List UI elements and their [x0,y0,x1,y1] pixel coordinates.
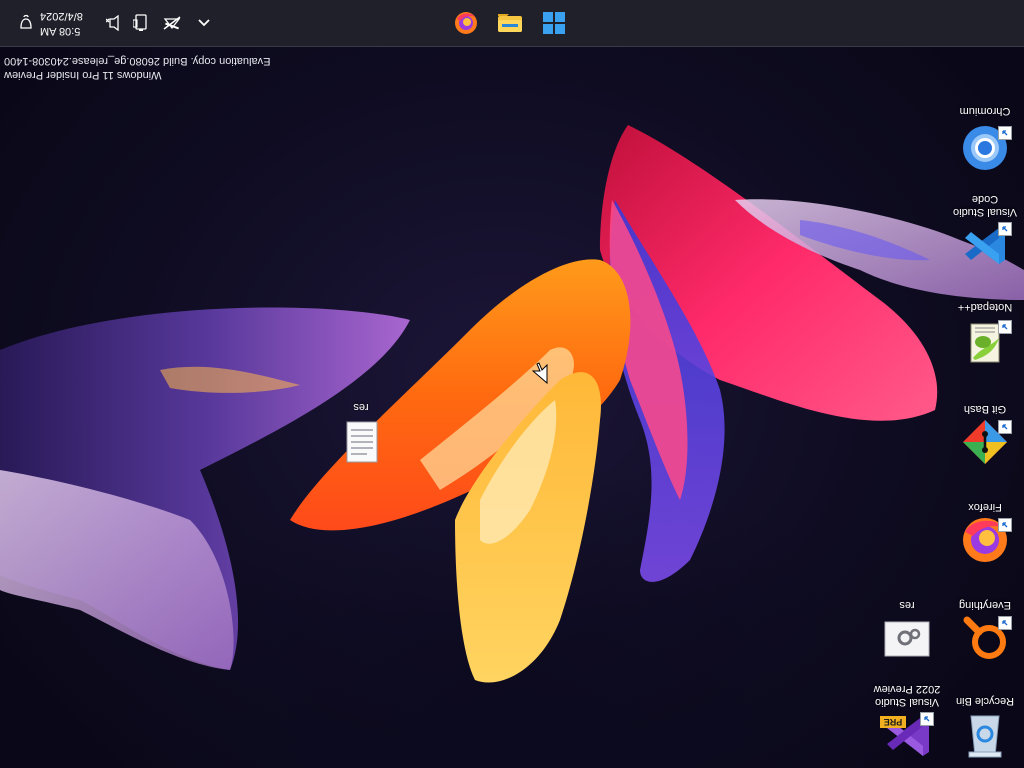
icon-label: Firefox [968,501,1002,513]
tray-battery-button[interactable] [131,12,151,34]
shortcut-arrow-icon [998,222,1012,236]
shortcut-arrow-icon [998,616,1012,630]
taskbar-clock[interactable]: 5:08 AM 8/4/2024 [40,4,94,42]
icon-label: Visual Studio 2022 Preview [873,683,941,708]
tray-overflow-button[interactable] [194,12,214,34]
desktop-icon-res-text[interactable]: res [324,398,398,488]
icon-label: res [353,401,369,413]
icon-label: Git Bash [963,403,1007,415]
recycle-bin-icon [968,715,1002,758]
icon-label: Notepad++ [957,301,1013,313]
shortcut-arrow-icon [998,420,1012,434]
tray-network-button[interactable] [162,12,182,34]
start-button[interactable] [538,7,570,39]
desktop-icon-chromium[interactable]: Chromium [948,104,1022,194]
shortcut-arrow-icon [920,712,934,726]
text-file-icon [346,421,378,463]
taskbar-file-explorer-button[interactable] [494,7,526,39]
desktop-icon-notepadpp[interactable]: Notepad++ [948,298,1022,388]
clock-time: 5:08 AM [40,25,81,37]
battery-icon [133,14,147,31]
icon-label: Recycle Bin [955,695,1015,707]
desktop-icon-everything[interactable]: Everything [948,592,1022,682]
desktop-icon-vs2022[interactable]: Visual Studio 2022 Preview PRE [870,680,944,768]
build-watermark: Windows 11 Pro Insider Preview Evaluatio… [4,52,304,82]
shortcut-arrow-icon [998,320,1012,334]
network-icon [163,16,181,30]
icon-label: res [899,599,915,611]
clock-date: 8/4/2024 [40,10,83,22]
preview-badge: PRE [880,716,906,728]
watermark-edition: Windows 11 Pro Insider Preview [4,69,162,81]
firefox-icon [455,12,477,34]
icon-label: Chromium [959,105,1011,117]
desktop-icon-firefox[interactable]: Firefox [948,494,1022,584]
volume-icon [106,15,119,31]
desktop-icon-res-config[interactable]: res [870,592,944,682]
mouse-cursor-icon [532,362,548,384]
desktop-icon-vscode[interactable]: Visual Studio Code [948,190,1022,280]
notification-icon [20,14,32,29]
taskbar-firefox-button[interactable] [450,7,482,39]
taskbar: 5:08 AM 8/4/2024 [0,0,1024,47]
desktop-icon-gitbash[interactable]: Git Bash [948,396,1022,486]
config-file-icon [884,621,930,657]
windows-logo-icon [543,12,565,34]
watermark-build: Evaluation copy. Build 26080.ge_release.… [4,55,271,67]
chevron-up-icon [198,19,210,27]
folder-icon [498,14,522,32]
icon-label: Visual Studio Code [953,193,1018,218]
shortcut-arrow-icon [998,126,1012,140]
desktop-icon-recycle-bin[interactable]: Recycle Bin [948,688,1022,768]
tray-volume-button[interactable] [105,12,125,34]
icon-label: Everything [959,599,1011,611]
notification-button[interactable] [16,12,36,34]
desktop[interactable]: 5:08 AM 8/4/2024 Windows 11 Pro Insider … [0,0,1024,768]
shortcut-arrow-icon [998,518,1012,532]
